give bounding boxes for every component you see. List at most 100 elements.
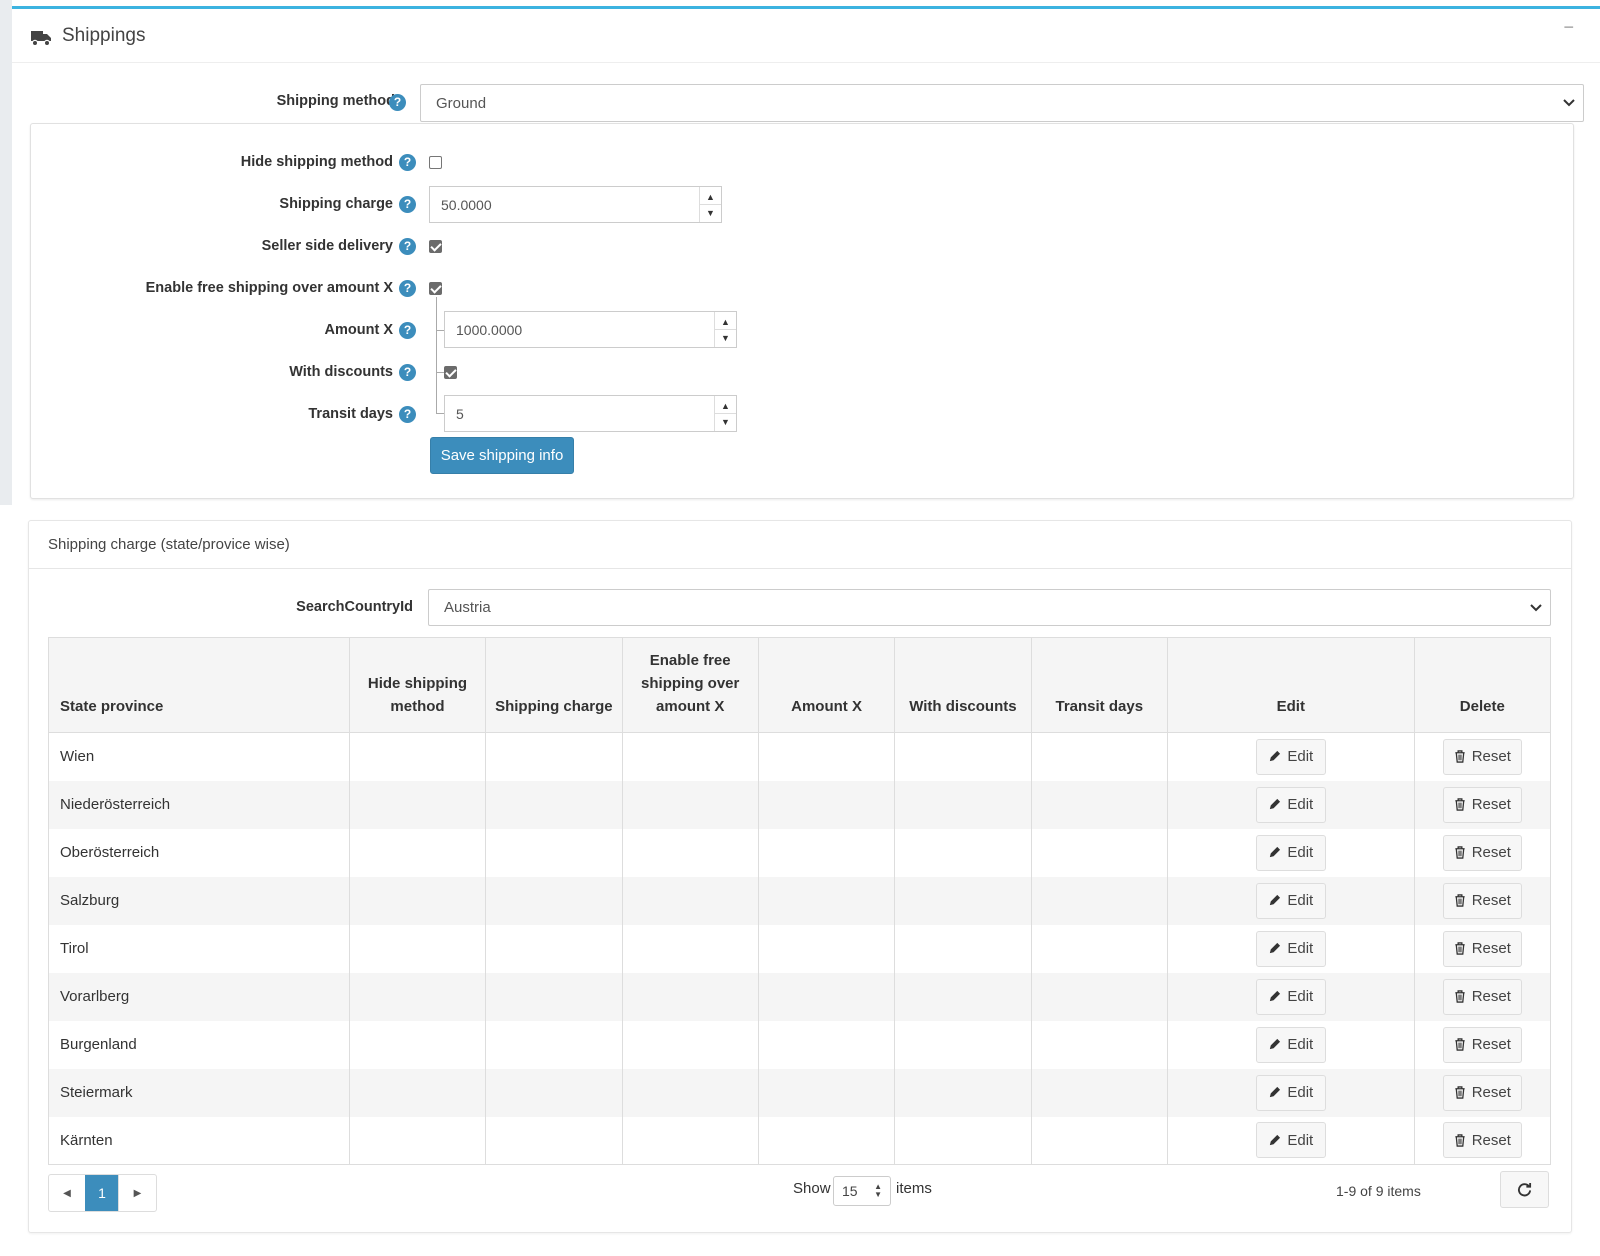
edit-button[interactable]: Edit bbox=[1255, 786, 1326, 823]
reset-button[interactable]: Reset bbox=[1442, 738, 1522, 775]
column-header[interactable]: Enable free shipping over amount X bbox=[621, 637, 759, 733]
column-header[interactable]: State province bbox=[48, 637, 350, 733]
page-button[interactable]: 1 bbox=[85, 1175, 118, 1211]
edit-button[interactable]: Edit bbox=[1255, 930, 1326, 967]
state-name: Niederösterreich bbox=[60, 796, 171, 813]
panel-header[interactable]: Shippings − bbox=[12, 9, 1600, 63]
charge-cell bbox=[485, 1116, 623, 1165]
help-icon[interactable]: ? bbox=[399, 196, 416, 213]
card-title: Shipping charge (state/provice wise) bbox=[48, 536, 290, 553]
reset-button[interactable]: Reset bbox=[1442, 882, 1522, 919]
reset-button[interactable]: Reset bbox=[1442, 1122, 1522, 1159]
chevron-down-icon bbox=[1530, 603, 1542, 611]
free-shipping-cell bbox=[621, 1068, 759, 1117]
with-discounts-checkbox[interactable] bbox=[444, 366, 457, 379]
delete-cell: Reset bbox=[1413, 972, 1552, 1021]
reset-button[interactable]: Reset bbox=[1442, 930, 1522, 967]
pencil-icon bbox=[1270, 1038, 1281, 1050]
reset-button[interactable]: Reset bbox=[1442, 1074, 1522, 1111]
help-icon[interactable]: ? bbox=[389, 94, 406, 111]
hide-cell bbox=[348, 1116, 487, 1165]
table-row: Oberösterreich Edit Reset bbox=[48, 828, 1552, 877]
edit-button[interactable]: Edit bbox=[1255, 1074, 1326, 1111]
next-page-button[interactable]: ▶ bbox=[118, 1175, 156, 1211]
state-name: Oberösterreich bbox=[60, 844, 160, 861]
edit-button[interactable]: Edit bbox=[1255, 1122, 1326, 1159]
column-header[interactable]: Transit days bbox=[1030, 637, 1168, 733]
edit-button[interactable]: Edit bbox=[1255, 834, 1326, 871]
shipping-method-select[interactable]: Ground bbox=[420, 84, 1584, 122]
help-icon[interactable]: ? bbox=[399, 280, 416, 297]
reset-label: Reset bbox=[1471, 940, 1511, 957]
help-icon[interactable]: ? bbox=[399, 238, 416, 255]
search-country-select[interactable]: Austria bbox=[428, 589, 1551, 626]
state-name: Steiermark bbox=[60, 1084, 133, 1101]
reset-button[interactable]: Reset bbox=[1442, 1026, 1522, 1063]
edit-button[interactable]: Edit bbox=[1255, 882, 1326, 919]
trash-icon bbox=[1455, 894, 1465, 907]
free-shipping-cell bbox=[621, 924, 759, 973]
amount-cell bbox=[757, 732, 896, 781]
amount-x-input[interactable]: 1000.0000 ▲ ▼ bbox=[444, 311, 737, 348]
arrow-down-icon[interactable]: ▼ bbox=[715, 330, 736, 348]
hide-shipping-method-checkbox[interactable] bbox=[429, 156, 442, 169]
save-shipping-info-button[interactable]: Save shipping info bbox=[430, 437, 574, 474]
reset-button[interactable]: Reset bbox=[1442, 786, 1522, 823]
edit-button[interactable]: Edit bbox=[1255, 738, 1326, 775]
stepper[interactable]: ▲ ▼ bbox=[714, 396, 736, 431]
edit-button[interactable]: Edit bbox=[1255, 978, 1326, 1015]
amount-x-value: 1000.0000 bbox=[456, 321, 523, 338]
search-country-label: SearchCountryId bbox=[296, 599, 413, 615]
discounts-cell bbox=[894, 828, 1032, 877]
column-header[interactable]: Hide shipping method bbox=[348, 637, 487, 733]
hide-cell bbox=[348, 876, 487, 925]
free-shipping-cell bbox=[621, 828, 759, 877]
transit-days-input[interactable]: 5 ▲ ▼ bbox=[444, 395, 737, 432]
seller-side-delivery-checkbox[interactable] bbox=[429, 240, 442, 253]
stepper[interactable]: ▲ ▼ bbox=[714, 312, 736, 347]
reset-button[interactable]: Reset bbox=[1442, 834, 1522, 871]
trash-icon bbox=[1455, 798, 1465, 811]
arrow-up-icon[interactable]: ▲ bbox=[700, 187, 721, 205]
arrow-up-icon[interactable]: ▲ bbox=[715, 396, 736, 414]
state-cell: Niederösterreich bbox=[48, 780, 350, 829]
arrow-down-icon[interactable]: ▼ bbox=[715, 414, 736, 432]
transit-cell bbox=[1030, 1020, 1168, 1069]
reset-button[interactable]: Reset bbox=[1442, 978, 1522, 1015]
page-size-value: 15 bbox=[842, 1183, 858, 1199]
state-name: Burgenland bbox=[60, 1036, 137, 1053]
column-header[interactable]: With discounts bbox=[894, 637, 1032, 733]
edit-cell: Edit bbox=[1166, 780, 1415, 829]
shipping-charge-input[interactable]: 50.0000 ▲ ▼ bbox=[429, 186, 722, 223]
edit-cell: Edit bbox=[1166, 732, 1415, 781]
delete-cell: Reset bbox=[1413, 732, 1552, 781]
enable-free-shipping-checkbox[interactable] bbox=[429, 282, 442, 295]
tree-connector bbox=[436, 413, 444, 414]
state-cell: Steiermark bbox=[48, 1068, 350, 1117]
amount-cell bbox=[757, 876, 896, 925]
pencil-icon bbox=[1270, 1134, 1281, 1145]
prev-page-button[interactable]: ◀ bbox=[49, 1175, 85, 1211]
help-icon[interactable]: ? bbox=[399, 406, 416, 423]
column-header[interactable]: Delete bbox=[1413, 637, 1552, 733]
help-icon[interactable]: ? bbox=[399, 322, 416, 339]
column-header[interactable]: Amount X bbox=[757, 637, 896, 733]
stepper[interactable]: ▲ ▼ bbox=[699, 187, 721, 222]
help-icon[interactable]: ? bbox=[399, 154, 416, 171]
page-size-select[interactable]: 15 ▲ ▼ bbox=[833, 1176, 891, 1206]
arrow-down-icon[interactable]: ▼ bbox=[700, 205, 721, 223]
state-cell: Burgenland bbox=[48, 1020, 350, 1069]
help-icon[interactable]: ? bbox=[399, 364, 416, 381]
shipping-charge-value: 50.0000 bbox=[441, 196, 492, 213]
tree-connector bbox=[436, 372, 444, 373]
with-discounts-label: With discounts bbox=[289, 364, 393, 380]
free-shipping-cell bbox=[621, 1116, 759, 1165]
column-header[interactable]: Edit bbox=[1166, 637, 1415, 733]
edit-label: Edit bbox=[1287, 1084, 1314, 1101]
minus-icon[interactable]: − bbox=[1563, 17, 1574, 38]
pencil-icon bbox=[1270, 1086, 1281, 1098]
edit-button[interactable]: Edit bbox=[1255, 1026, 1326, 1063]
arrow-up-icon[interactable]: ▲ bbox=[715, 312, 736, 330]
column-header[interactable]: Shipping charge bbox=[485, 637, 623, 733]
refresh-button[interactable] bbox=[1500, 1171, 1549, 1208]
